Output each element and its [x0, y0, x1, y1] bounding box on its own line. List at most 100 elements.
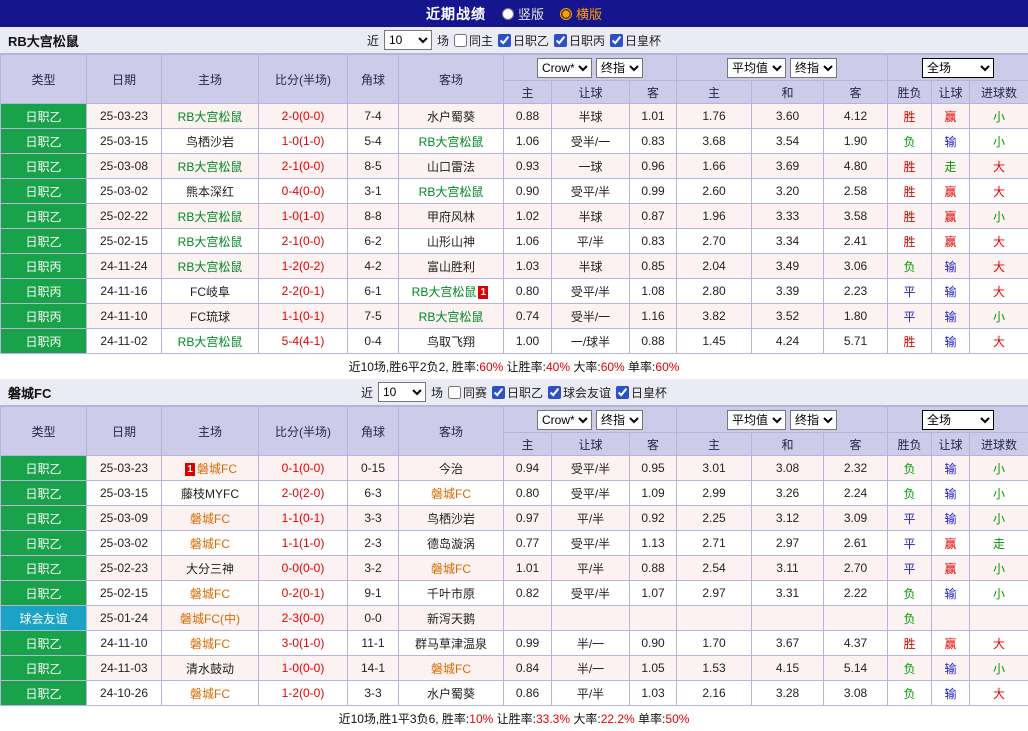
table-cell: 1.80	[824, 304, 888, 329]
table-row: 日职乙24-11-03清水鼓动1-0(0-0)14-1磐城FC0.84半/一1.…	[1, 656, 1028, 681]
table-cell: 胜	[888, 179, 932, 204]
cell-text: 6-3	[364, 486, 381, 500]
horizontal-layout-option[interactable]: 横版	[560, 4, 602, 23]
cell-text: 0.96	[641, 159, 664, 173]
fulltime-select[interactable]: 全场	[922, 58, 994, 78]
table-cell: 小	[970, 581, 1028, 606]
table-cell: 磐城FC	[399, 481, 504, 506]
table-cell: 25-02-23	[87, 556, 162, 581]
odds-stage-select[interactable]: 终指	[596, 58, 643, 78]
table-cell: 25-03-08	[87, 154, 162, 179]
cell-text: 25-02-22	[100, 209, 148, 223]
average-odds-select[interactable]: 平均值	[727, 410, 786, 430]
result-scope-header: 全场	[888, 55, 1028, 81]
cell-text: 磐城FC	[190, 687, 230, 701]
table-row: 日职乙25-03-15鸟栖沙岩1-0(1-0)5-4RB大宫松鼠1.06受半/一…	[1, 129, 1028, 154]
table-cell: 3.06	[824, 254, 888, 279]
average-stage-select[interactable]: 终指	[790, 58, 837, 78]
results-table-2: 类型 日期 主场 比分(半场) 角球 客场 Crow* 终指	[0, 406, 1028, 706]
checkbox-label: 日皇杯	[625, 32, 661, 49]
subcol-goals-result: 进球数	[970, 433, 1028, 456]
league-j2-checkbox[interactable]	[498, 34, 511, 47]
horizontal-layout-radio[interactable]	[560, 8, 572, 20]
table-cell: 日职乙	[1, 456, 87, 481]
table-cell: 25-03-15	[87, 129, 162, 154]
odds-source-select[interactable]: Crow*	[537, 410, 592, 430]
vertical-layout-radio[interactable]	[502, 8, 514, 20]
match-count-select[interactable]: 10	[378, 382, 426, 402]
table-cell: 磐城FC	[162, 581, 259, 606]
cell-text: 2.23	[844, 284, 867, 298]
filter-checkbox-league-j2[interactable]: 日职乙	[492, 384, 543, 401]
emperor-cup-checkbox[interactable]	[616, 386, 629, 399]
checkbox-label: 日皇杯	[631, 384, 667, 401]
col-corner: 角球	[348, 407, 399, 456]
table-cell: 2.71	[677, 531, 752, 556]
table-cell: 日职乙	[1, 581, 87, 606]
cell-text: 富山胜利	[427, 260, 475, 274]
table-cell: 平	[888, 279, 932, 304]
table-cell: 25-03-15	[87, 481, 162, 506]
cell-text: 磐城FC	[197, 462, 237, 476]
same-comp-checkbox[interactable]	[448, 386, 461, 399]
average-odds-header: 平均值 终指	[677, 407, 888, 433]
cell-text: 大	[993, 260, 1005, 274]
filter-checkbox-emperor-cup[interactable]: 日皇杯	[610, 32, 661, 49]
table-cell: 赢	[932, 204, 970, 229]
club-friendly-checkbox[interactable]	[548, 386, 561, 399]
cell-text: 0.83	[641, 134, 664, 148]
table-cell: 平	[888, 506, 932, 531]
odds-stage-select[interactable]: 终指	[596, 410, 643, 430]
table-cell: 球会友谊	[1, 606, 87, 631]
table-cell: RB大宫松鼠	[399, 304, 504, 329]
table-cell: 小	[970, 104, 1028, 129]
cell-text: 25-03-08	[100, 159, 148, 173]
odds-source-select[interactable]: Crow*	[537, 58, 592, 78]
table-cell: 胜	[888, 229, 932, 254]
red-card-badge: 1	[185, 463, 195, 476]
filter-checkbox-league-j3[interactable]: 日职丙	[554, 32, 605, 49]
table-cell: 受半/一	[552, 304, 630, 329]
filter-checkbox-club-friendly[interactable]: 球会友谊	[548, 384, 611, 401]
filter-checkbox-same-comp[interactable]: 同赛	[448, 384, 487, 401]
table-cell: 磐城FC(中)	[162, 606, 259, 631]
table-cell: 25-03-23	[87, 104, 162, 129]
cell-text: 3.49	[776, 259, 799, 273]
col-away: 客场	[399, 407, 504, 456]
filter-checkbox-same-home[interactable]: 同主	[454, 32, 493, 49]
league-j3-checkbox[interactable]	[554, 34, 567, 47]
average-odds-select[interactable]: 平均值	[727, 58, 786, 78]
fulltime-select[interactable]: 全场	[922, 410, 994, 430]
table-cell: 日职乙	[1, 104, 87, 129]
table-cell: 3.60	[752, 104, 824, 129]
vertical-layout-option[interactable]: 竖版	[502, 4, 544, 23]
cell-text: 6-1	[364, 284, 381, 298]
subcol-handicap-result: 让球	[932, 433, 970, 456]
table-cell: 0.90	[630, 631, 677, 656]
table-cell	[630, 606, 677, 631]
cell-text: 半球	[578, 210, 602, 224]
col-home: 主场	[162, 407, 259, 456]
table-cell: 日职丙	[1, 304, 87, 329]
cell-text: 3.69	[776, 159, 799, 173]
subcol-handicap: 让球	[552, 81, 630, 104]
emperor-cup-checkbox[interactable]	[610, 34, 623, 47]
table-cell: 24-11-02	[87, 329, 162, 354]
cell-text: 24-10-26	[100, 686, 148, 700]
table-cell: 24-11-24	[87, 254, 162, 279]
table-cell: 1-0(0-0)	[259, 656, 348, 681]
summary-segment: 单率:	[635, 710, 666, 727]
table-cell: 胜	[888, 204, 932, 229]
table-cell: 平/半	[552, 229, 630, 254]
cell-text: 负	[904, 462, 916, 476]
cell-text: 0.86	[516, 686, 539, 700]
table-cell: 2.97	[752, 531, 824, 556]
table-cell: 1-0(1-0)	[259, 129, 348, 154]
match-count-select[interactable]: 10	[384, 30, 432, 50]
section-team-2: 磐城FC 近 10 场 同赛 日职乙 球会友谊	[0, 379, 1028, 731]
filter-checkbox-emperor-cup[interactable]: 日皇杯	[616, 384, 667, 401]
league-j2-checkbox[interactable]	[492, 386, 505, 399]
filter-checkbox-league-j2[interactable]: 日职乙	[498, 32, 549, 49]
same-home-checkbox[interactable]	[454, 34, 467, 47]
average-stage-select[interactable]: 终指	[790, 410, 837, 430]
